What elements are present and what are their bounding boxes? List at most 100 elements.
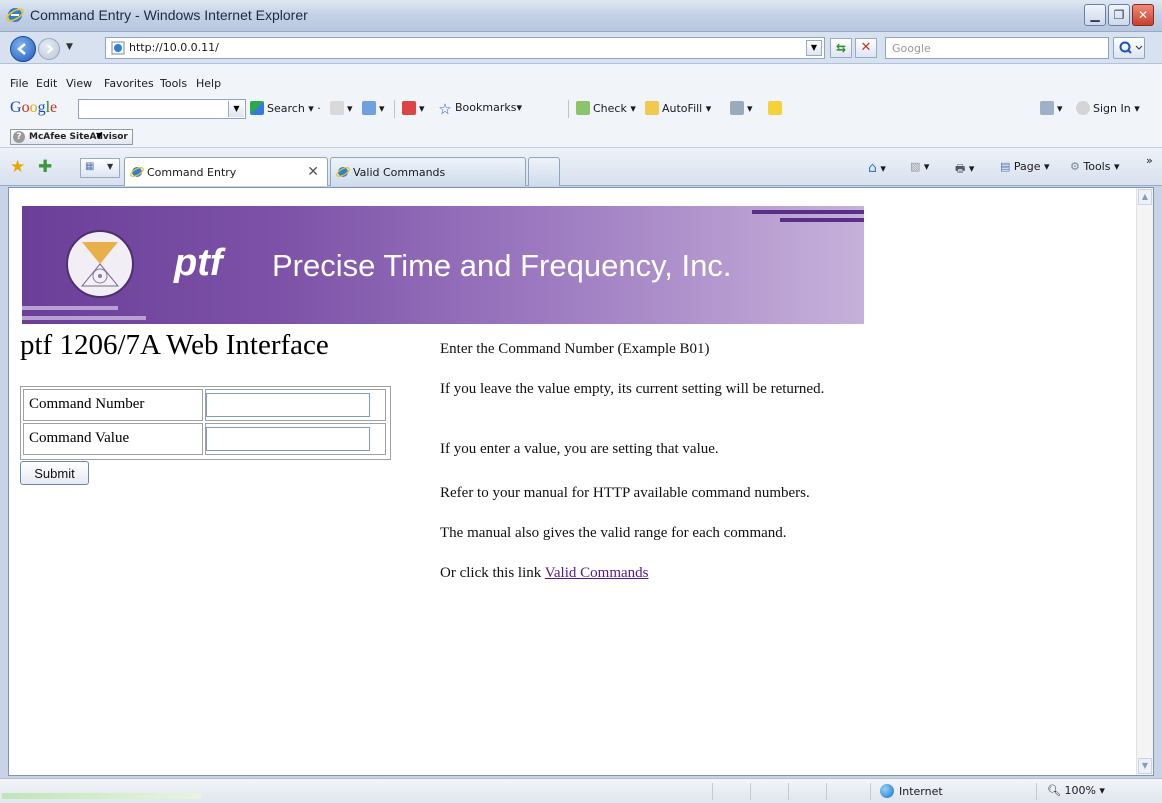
restore-button[interactable]: ❐ — [1108, 4, 1130, 26]
google-search-icon — [250, 101, 264, 115]
more-commands-chevron-icon[interactable]: » — [1146, 154, 1153, 167]
zoom-control[interactable]: 🔍︎ 100% ▾ — [1047, 784, 1105, 797]
tab-valid-commands[interactable]: Valid Commands — [330, 157, 526, 186]
sign-in-icon — [1076, 101, 1090, 115]
mcafee-dropdown-icon[interactable]: ▼ — [96, 131, 102, 140]
favorites-center-icon[interactable]: ★ — [10, 157, 25, 177]
spellcheck-icon — [576, 101, 590, 115]
home-icon: ⌂ — [868, 160, 877, 176]
close-button[interactable]: ✕ — [1132, 4, 1154, 26]
address-url[interactable]: http://10.0.0.11/ — [129, 41, 219, 54]
internet-explorer-icon — [6, 8, 24, 22]
menu-tools[interactable]: Tools — [160, 77, 187, 90]
google-buttons-menu[interactable]: ▾ — [362, 101, 385, 115]
tools-menu-button[interactable]: ⚙ Tools ▾ — [1070, 160, 1120, 173]
quick-tabs-button[interactable]: ▦ ▼ — [80, 158, 120, 178]
puzzle-icon — [362, 101, 376, 115]
vertical-scrollbar[interactable]: ▲ ▼ — [1136, 188, 1153, 775]
feeds-button[interactable]: ▧ ▾ — [910, 160, 929, 173]
menu-file[interactable]: File — [10, 77, 28, 90]
google-toolbar: Google ▼ Search ▾ · ▾ ▾ ▾ ☆ Bookmarks▾ Ch… — [0, 92, 1162, 126]
scroll-down-arrow-icon[interactable]: ▼ — [1138, 758, 1152, 774]
address-bar-row: ▼ http://10.0.0.11/ ▼ ⇆ ✕ Google — [0, 32, 1162, 64]
scroll-up-arrow-icon[interactable]: ▲ — [1138, 189, 1152, 205]
print-button[interactable]: 🖶 ▾ — [955, 160, 974, 179]
feeds-icon: ▧ — [910, 160, 921, 173]
menu-edit[interactable]: Edit — [36, 77, 57, 90]
ptf-logo-text: ptf — [174, 242, 223, 284]
back-button[interactable] — [10, 36, 36, 62]
tab-label: Valid Commands — [353, 166, 446, 179]
mcafee-siteadvisor-button[interactable]: ? McAfee SiteAdvisor — [10, 129, 133, 145]
address-field[interactable]: http://10.0.0.11/ ▼ — [105, 37, 825, 59]
pagerank-icon — [330, 101, 344, 115]
google-search-dropdown-icon[interactable]: ▼ — [228, 101, 244, 117]
zoom-icon: 🔍︎ — [1047, 784, 1061, 797]
spell-check-button[interactable]: Check ▾ — [576, 101, 636, 115]
autofill-button[interactable]: AutoFill ▾ — [645, 101, 711, 115]
popup-blocker-button[interactable]: ▾ — [402, 101, 425, 115]
highlighter-icon — [768, 101, 782, 115]
command-form-table: Command Number Command Value — [20, 386, 391, 460]
home-button[interactable]: ⌂ ▾ — [868, 160, 886, 176]
command-number-label: Command Number — [23, 389, 203, 421]
security-zone[interactable]: Internet — [880, 784, 943, 798]
instruction-text: If you leave the value empty, its curren… — [440, 381, 825, 397]
search-icon — [1119, 41, 1143, 54]
sign-in-button[interactable]: Sign In ▾ — [1076, 101, 1140, 115]
forward-arrow-icon — [46, 44, 54, 54]
page-menu-label: Page — [1013, 160, 1041, 173]
company-banner: ptf Precise Time and Frequency, Inc. — [22, 206, 864, 324]
page-viewport: ptf Precise Time and Frequency, Inc. ptf… — [8, 187, 1154, 776]
autofill-icon — [645, 101, 659, 115]
minimize-button[interactable]: ▁ — [1084, 4, 1106, 26]
back-arrow-icon — [16, 43, 26, 55]
banner-stripe — [752, 210, 864, 214]
toolbar-settings-button[interactable]: ▾ — [1040, 101, 1063, 115]
tab-command-entry[interactable]: Command Entry ✕ — [124, 157, 328, 186]
quick-tabs-icon: ▦ — [85, 161, 95, 172]
command-value-input[interactable] — [206, 427, 370, 451]
instruction-text: Refer to your manual for HTTP available … — [440, 485, 810, 501]
valid-commands-link[interactable]: Valid Commands — [545, 565, 649, 581]
progress-bar — [2, 793, 202, 799]
toolbar-separator — [394, 100, 395, 118]
zoom-level: 100% — [1064, 784, 1096, 797]
menu-help[interactable]: Help — [196, 77, 221, 90]
instruction-text: If you enter a value, you are setting th… — [440, 441, 719, 457]
menu-bar: File Edit View Favorites Tools Help — [0, 64, 1162, 92]
close-tab-icon[interactable]: ✕ — [307, 164, 319, 180]
new-tab-button[interactable] — [528, 157, 560, 186]
page-menu-button[interactable]: ▤ Page ▾ — [1000, 160, 1050, 173]
submit-button[interactable]: Submit — [20, 461, 89, 485]
recent-pages-dropdown-icon[interactable]: ▼ — [66, 42, 73, 52]
mcafee-toolbar: ? McAfee SiteAdvisor ▼ — [0, 126, 1162, 148]
google-search-label: Search — [267, 102, 305, 115]
internet-explorer-icon — [130, 167, 144, 177]
send-to-button[interactable]: ▾ — [730, 101, 753, 115]
question-icon: ? — [13, 131, 25, 143]
bookmarks-button[interactable]: ☆ Bookmarks▾ — [438, 101, 522, 117]
search-button[interactable] — [1113, 37, 1145, 59]
refresh-button[interactable]: ⇆ — [830, 38, 852, 58]
google-pagerank-button[interactable]: ▾ — [330, 101, 353, 115]
google-search-button[interactable]: Search ▾ · — [250, 101, 321, 115]
hourglass-logo-icon — [66, 230, 134, 298]
gear-icon: ⚙ — [1070, 160, 1080, 173]
address-dropdown-icon[interactable]: ▼ — [806, 40, 822, 56]
google-search-input[interactable]: ▼ — [78, 99, 246, 119]
highlight-button[interactable] — [768, 101, 785, 115]
google-logo[interactable]: Google — [10, 99, 57, 117]
toolbar-separator — [568, 100, 569, 118]
command-number-input[interactable] — [206, 393, 370, 417]
status-separator — [750, 783, 751, 800]
forward-button[interactable] — [38, 38, 60, 60]
banner-stripe — [780, 218, 864, 222]
stop-button[interactable]: ✕ — [855, 38, 877, 58]
search-input[interactable]: Google — [885, 37, 1109, 59]
window-title: Command Entry - Windows Internet Explore… — [30, 7, 308, 23]
add-favorites-icon[interactable]: ✚ — [38, 157, 52, 177]
menu-favorites[interactable]: Favorites — [104, 77, 154, 90]
tab-list-dropdown-icon[interactable]: ▼ — [107, 162, 113, 171]
menu-view[interactable]: View — [66, 77, 92, 90]
